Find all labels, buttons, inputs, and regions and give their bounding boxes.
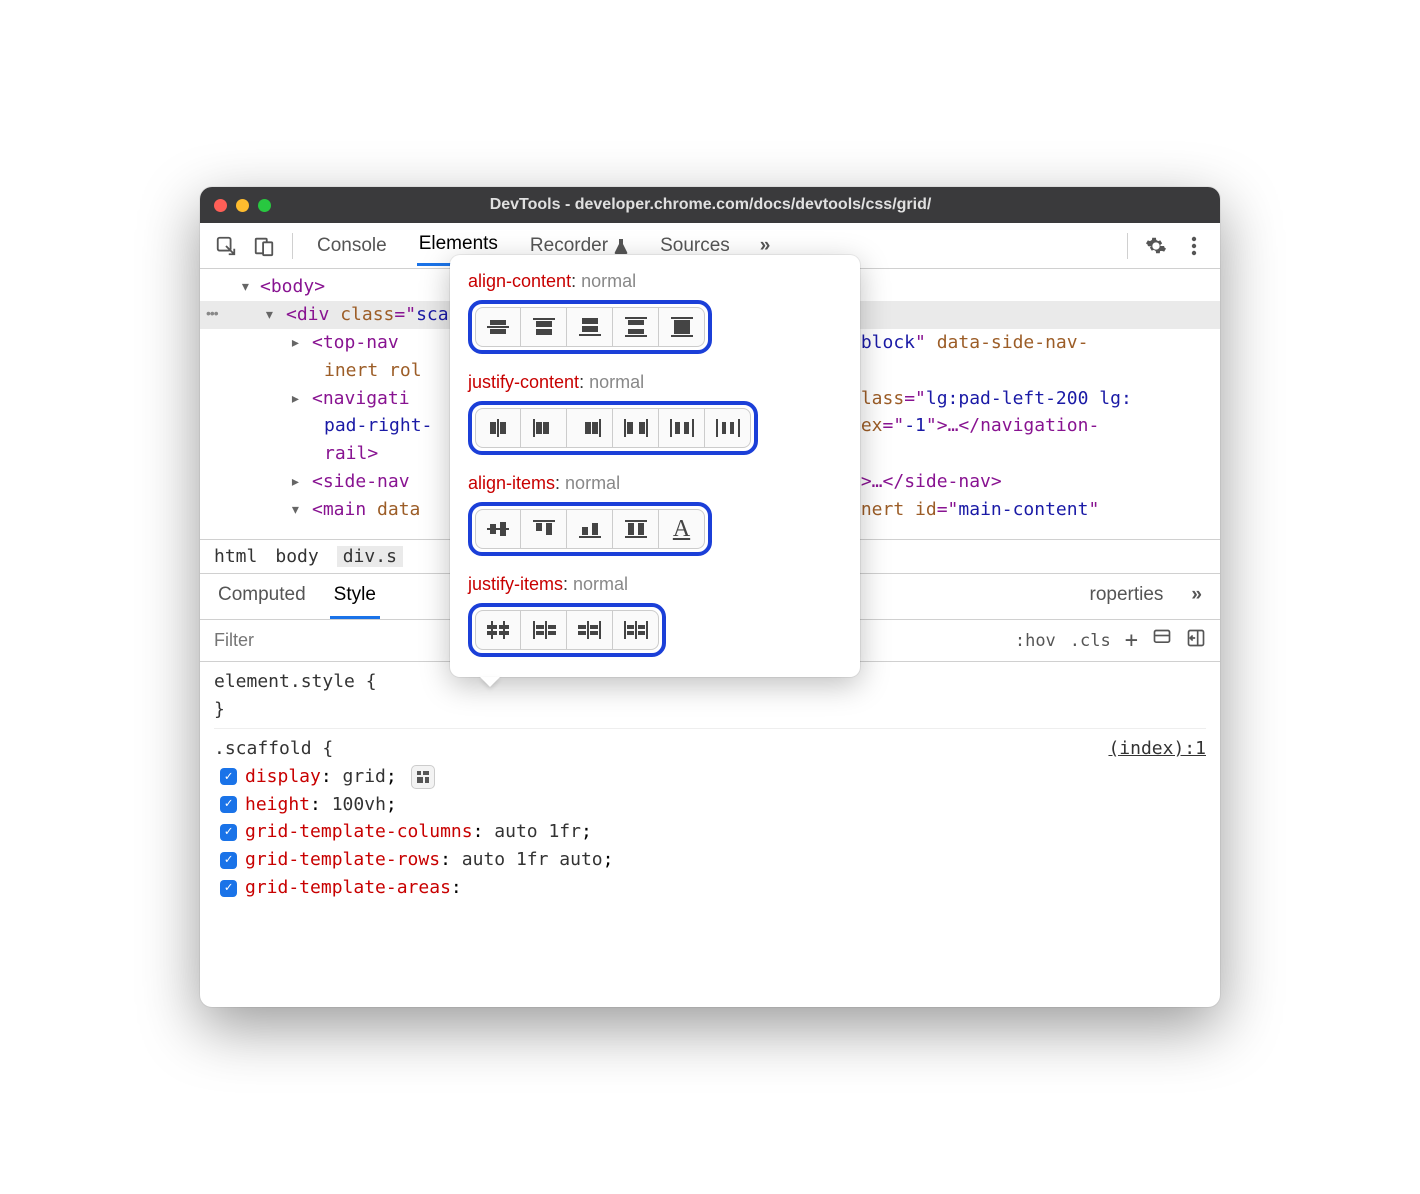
justify-content-end-icon[interactable] <box>567 408 613 448</box>
subtab-styles[interactable]: Style <box>330 574 380 619</box>
titlebar: DevTools - developer.chrome.com/docs/dev… <box>200 187 1220 223</box>
grid-editor-popover: align-content: normal justify-content: n… <box>450 255 860 677</box>
justify-content-space-between-icon[interactable] <box>613 408 659 448</box>
settings-gear-icon[interactable] <box>1140 230 1172 262</box>
new-rule-button[interactable]: + <box>1125 628 1138 653</box>
checkbox-icon[interactable]: ✓ <box>220 824 237 841</box>
checkbox-icon[interactable]: ✓ <box>220 880 237 897</box>
align-items-end-icon[interactable] <box>567 509 613 549</box>
justify-content-space-around-icon[interactable] <box>659 408 705 448</box>
device-toolbar-icon[interactable] <box>248 230 280 262</box>
scaffold-rule-block[interactable]: (index):1 .scaffold { ✓ display: grid; ✓… <box>214 728 1206 902</box>
align-items-start-icon[interactable] <box>521 509 567 549</box>
expand-arrow-icon[interactable] <box>290 468 301 496</box>
justify-content-center-icon[interactable] <box>475 408 521 448</box>
justify-items-group: justify-items: normal <box>468 574 842 657</box>
align-content-stretch-icon[interactable] <box>659 307 705 347</box>
tab-recorder-label: Recorder <box>530 235 608 257</box>
computed-panel-icon[interactable] <box>1186 628 1206 653</box>
crumb-div-scaffold[interactable]: div.s <box>337 546 403 567</box>
checkbox-icon[interactable]: ✓ <box>220 852 237 869</box>
subtab-computed[interactable]: Computed <box>214 574 310 619</box>
devtools-window: DevTools - developer.chrome.com/docs/dev… <box>200 187 1220 1007</box>
kebab-menu-icon[interactable] <box>1178 230 1210 262</box>
expand-arrow-icon[interactable] <box>290 496 301 524</box>
justify-content-options <box>468 401 758 455</box>
align-content-start-icon[interactable] <box>521 307 567 347</box>
flask-icon <box>614 238 628 254</box>
expand-arrow-icon[interactable] <box>240 273 251 301</box>
checkbox-icon[interactable]: ✓ <box>220 768 237 785</box>
justify-content-group: justify-content: normal <box>468 372 842 455</box>
prop-height[interactable]: ✓ height: 100vh; <box>214 791 1206 819</box>
justify-items-stretch-icon[interactable] <box>613 610 659 650</box>
hov-toggle[interactable]: :hov <box>1015 631 1056 651</box>
justify-items-options <box>468 603 666 657</box>
align-content-options <box>468 300 712 354</box>
justify-items-start-icon[interactable] <box>521 610 567 650</box>
align-items-baseline-icon[interactable]: A <box>659 509 705 549</box>
cls-toggle[interactable]: .cls <box>1070 631 1111 651</box>
crumb-html[interactable]: html <box>214 546 257 567</box>
align-items-options: A <box>468 502 712 556</box>
inspect-element-icon[interactable] <box>210 230 242 262</box>
prop-grid-template-columns[interactable]: ✓ grid-template-columns: auto 1fr; <box>214 818 1206 846</box>
rendering-icon[interactable] <box>1152 628 1172 653</box>
tabs-overflow-icon[interactable]: » <box>760 235 771 257</box>
align-content-group: align-content: normal <box>468 271 842 354</box>
styles-pane: element.style { } (index):1 .scaffold { … <box>200 662 1220 908</box>
grid-editor-button[interactable] <box>411 765 435 789</box>
align-content-center-icon[interactable] <box>475 307 521 347</box>
crumb-body[interactable]: body <box>275 546 318 567</box>
align-items-center-icon[interactable] <box>475 509 521 549</box>
justify-content-space-evenly-icon[interactable] <box>705 408 751 448</box>
align-items-stretch-icon[interactable] <box>613 509 659 549</box>
prop-grid-template-rows[interactable]: ✓ grid-template-rows: auto 1fr auto; <box>214 846 1206 874</box>
align-content-space-between-icon[interactable] <box>613 307 659 347</box>
expand-arrow-icon[interactable] <box>290 329 301 357</box>
dom-body-tag: body <box>271 276 314 297</box>
checkbox-icon[interactable]: ✓ <box>220 796 237 813</box>
justify-content-start-icon[interactable] <box>521 408 567 448</box>
window-title: DevTools - developer.chrome.com/docs/dev… <box>215 196 1206 214</box>
expand-arrow-icon[interactable] <box>290 385 301 413</box>
justify-items-center-icon[interactable] <box>475 610 521 650</box>
expand-arrow-icon[interactable] <box>264 301 275 329</box>
subtab-properties[interactable]: roperties <box>1086 574 1168 619</box>
tab-console[interactable]: Console <box>315 227 389 265</box>
align-items-group: align-items: normal A <box>468 473 842 556</box>
justify-items-end-icon[interactable] <box>567 610 613 650</box>
subtabs-overflow-icon[interactable]: » <box>1187 574 1206 619</box>
source-link[interactable]: (index):1 <box>1108 735 1206 763</box>
align-content-end-icon[interactable] <box>567 307 613 347</box>
prop-grid-template-areas[interactable]: ✓ grid-template-areas: <box>214 874 1206 902</box>
prop-display[interactable]: ✓ display: grid; <box>214 763 1206 791</box>
